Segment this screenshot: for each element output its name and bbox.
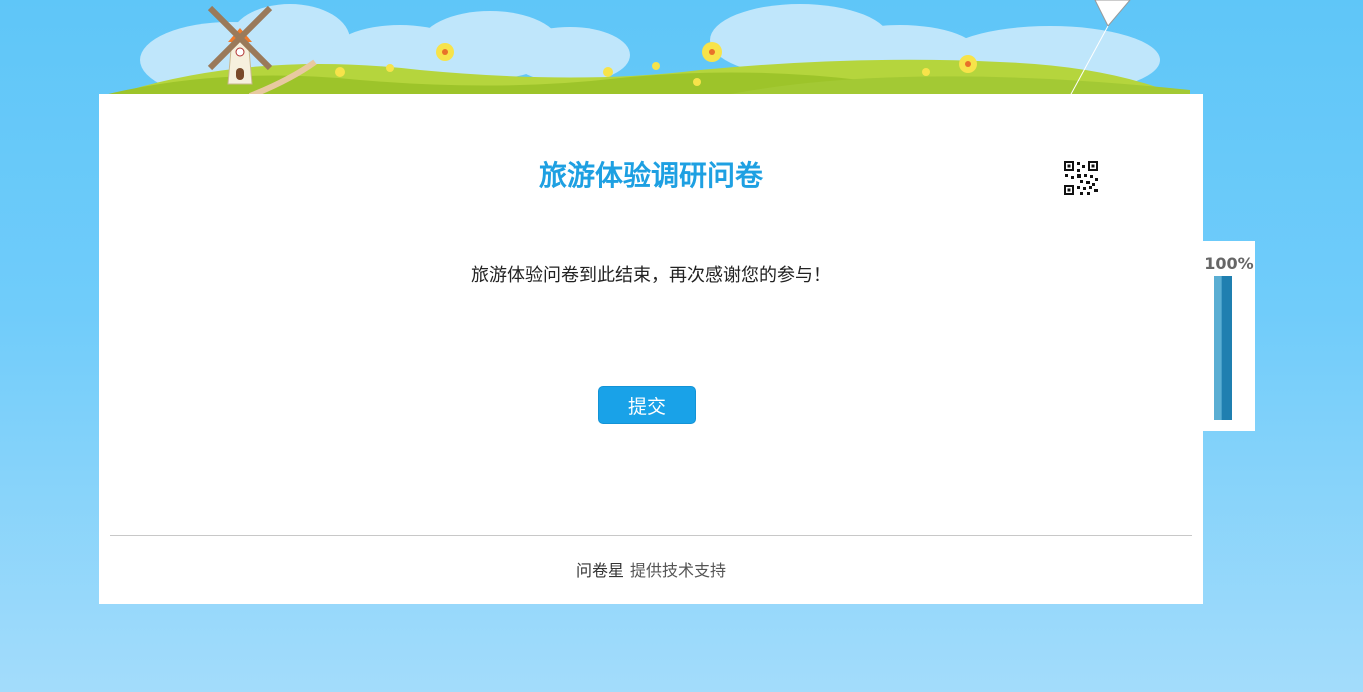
footer-divider <box>110 535 1192 536</box>
submit-button[interactable]: 提交 <box>598 386 696 424</box>
survey-card: 旅游体验调研问卷 旅游体验问卷到此结束，再次感谢您的参与！ 提交 问卷星 提供技术… <box>99 94 1203 604</box>
progress-panel: 100% <box>1203 241 1255 431</box>
progress-bar <box>1214 276 1232 420</box>
footer-support-text: 提供技术支持 <box>630 561 727 580</box>
end-message: 旅游体验问卷到此结束，再次感谢您的参与！ <box>471 265 831 286</box>
footer-brand-link[interactable]: 问卷星 <box>576 561 624 580</box>
progress-label: 100% <box>1204 254 1254 273</box>
progress-fill <box>1214 276 1232 420</box>
footer: 问卷星 提供技术支持 <box>99 560 1203 582</box>
page-title: 旅游体验调研问卷 <box>538 159 763 192</box>
qr-code-icon[interactable] <box>1063 160 1099 196</box>
header-banner <box>100 0 1204 96</box>
